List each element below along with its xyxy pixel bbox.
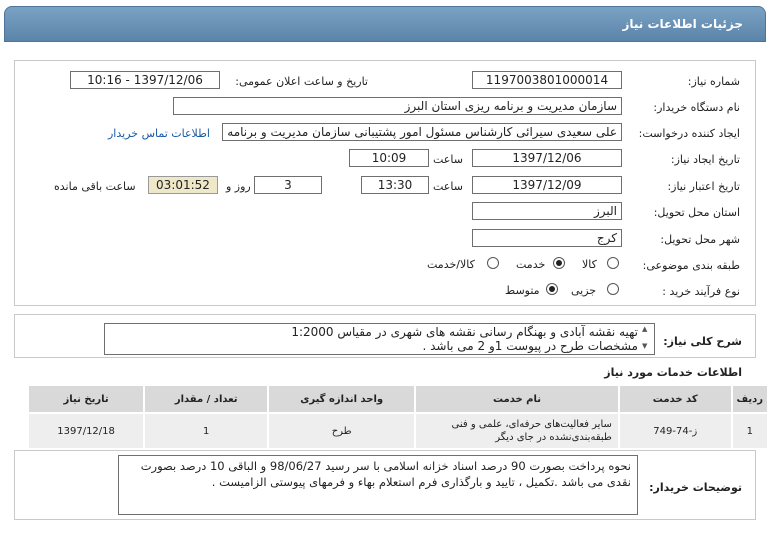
category-option-service: خدمت [516,258,546,271]
category-radio-service[interactable] [553,257,565,269]
description-label: شرح کلی نیاز: [663,335,742,348]
requester-label: ایجاد کننده درخواست: [638,127,740,140]
created-date-field: 1397/12/06 [472,149,622,167]
validity-time-label: ساعت [433,180,463,193]
created-time-label: ساعت [433,153,463,166]
announce-field: 1397/12/06 - 10:16 [70,71,220,89]
description-line-2: مشخصات طرح در پیوست 1و 2 می باشد . [422,339,639,353]
city-label: شهر محل تحویل: [660,233,740,246]
validity-time-field: 13:30 [361,176,429,194]
page-header: جزئیات اطلاعات نیاز [4,6,766,42]
services-title: اطلاعات خدمات مورد نیاز [604,366,742,379]
days-label: روز و [226,180,251,193]
buyer-org-field: سازمان مدیریت و برنامه ریزی استان البرز [173,97,622,115]
row-unit: طرح [267,412,417,450]
row-date: 1397/12/18 [26,412,146,450]
remaining-time-field: 03:01:52 [148,176,218,194]
row-quantity: 1 [143,412,270,450]
buyer-org-label: نام دستگاه خریدار: [653,101,740,114]
services-header-row: ردیف کد خدمت نام خدمت واحد اندازه گیری ت… [26,384,770,414]
process-radio-medium[interactable] [546,283,558,295]
province-label: استان محل تحویل: [653,206,740,219]
province-field: البرز [472,202,622,220]
col-quantity: تعداد / مقدار [143,384,270,414]
buyer-contact-link[interactable]: اطلاعات تماس خریدار [108,127,210,140]
validity-date-label: تاریخ اعتبار نیاز: [667,180,740,193]
category-option-goods: کالا [582,258,597,271]
row-name: سایر فعالیت‌های حرفه‌ای، علمی و فنی طبقه… [414,412,620,450]
row-index: 1 [730,412,770,450]
col-name: نام خدمت [414,384,620,414]
page-title: جزئیات اطلاعات نیاز [622,17,743,31]
description-textarea[interactable]: تهیه نقشه آبادی و بهنگام رسانی نقشه های … [104,323,655,355]
row-code: ز-74-749 [617,412,733,450]
process-radio-minor[interactable] [607,283,619,295]
description-line-1: تهیه نقشه آبادی و بهنگام رسانی نقشه های … [291,325,638,339]
need-number-label: شماره نیاز: [687,75,740,88]
buyer-notes-text: نحوه پرداخت بصورت 90 درصد اسناد خزانه اس… [118,455,638,515]
process-label: نوع فرآیند خرید : [662,285,740,298]
need-number-field: 1197003801000014 [472,71,622,89]
category-radio-goods[interactable] [607,257,619,269]
announce-label: تاریخ و ساعت اعلان عمومی: [235,75,368,88]
created-date-label: تاریخ ایجاد نیاز: [670,153,740,166]
col-index: ردیف [730,384,770,414]
remaining-days-field: 3 [254,176,322,194]
col-code: کد خدمت [617,384,733,414]
remaining-label: ساعت باقی مانده [54,180,136,193]
category-label: طبقه بندی موضوعی: [642,259,740,272]
process-option-minor: جزیی [571,284,597,297]
buyer-notes-label: توضیحات خریدار: [649,481,742,494]
requester-field: علی سعیدی سیرائی کارشناس مسئول امور پشتی… [222,123,622,141]
col-unit: واحد اندازه گیری [267,384,417,414]
category-radio-goods-service[interactable] [487,257,499,269]
scroll-down-icon[interactable]: ▼ [642,342,647,350]
city-field: کرج [472,229,622,247]
validity-date-field: 1397/12/09 [472,176,622,194]
table-row: 1 ز-74-749 سایر فعالیت‌های حرفه‌ای، علمی… [26,412,770,450]
scroll-up-icon[interactable]: ▲ [642,325,647,333]
category-option-goods-service: کالا/خدمت [427,258,475,271]
created-time-field: 10:09 [349,149,429,167]
col-date: تاریخ نیاز [26,384,146,414]
process-option-medium: متوسط [505,284,540,297]
services-table: ردیف کد خدمت نام خدمت واحد اندازه گیری ت… [26,384,770,450]
